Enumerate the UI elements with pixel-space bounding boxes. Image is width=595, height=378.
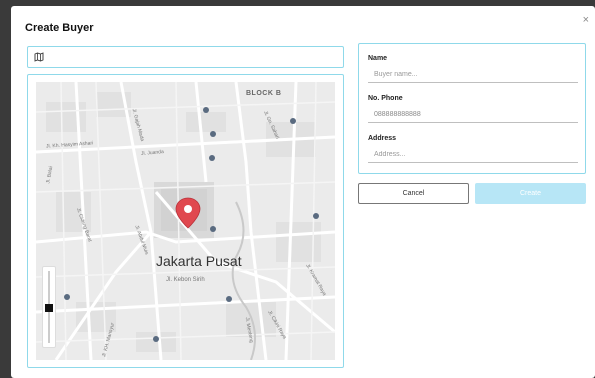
create-buyer-dialog: Create Buyer × BLOCK B Jl. Kh. Hasyim As… xyxy=(11,6,595,378)
phone-label: No. Phone xyxy=(368,95,403,102)
create-button[interactable]: Create xyxy=(475,183,586,204)
street-label: Jl. Kebon Sirih xyxy=(166,277,205,283)
name-label: Name xyxy=(368,55,388,62)
map-container: BLOCK B Jl. Kh. Hasyim Ashari Jl. Gajah … xyxy=(27,74,344,368)
zoom-slider[interactable] xyxy=(42,266,56,348)
buyer-form: Name No. Phone Address xyxy=(358,43,586,174)
close-icon[interactable]: × xyxy=(583,15,589,26)
phone-field[interactable] xyxy=(368,107,578,123)
map-view[interactable]: BLOCK B Jl. Kh. Hasyim Ashari Jl. Gajah … xyxy=(36,82,335,360)
map-label-block: BLOCK B xyxy=(246,90,282,97)
address-label: Address xyxy=(368,135,397,142)
cancel-button[interactable]: Cancel xyxy=(358,183,469,204)
dialog-title: Create Buyer xyxy=(25,22,94,34)
address-field[interactable] xyxy=(368,147,578,163)
map-search-input[interactable] xyxy=(27,46,344,68)
map-icon xyxy=(34,52,44,62)
name-field[interactable] xyxy=(368,67,578,83)
map-city-label: Jakarta Pusat xyxy=(156,253,242,269)
zoom-handle[interactable] xyxy=(45,304,53,312)
